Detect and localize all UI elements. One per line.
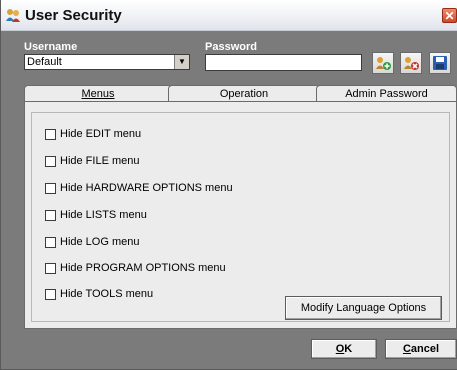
username-combobox[interactable]: Default ▼ bbox=[24, 54, 190, 70]
tab-menus[interactable]: Menus bbox=[24, 85, 172, 102]
option-label: Hide LOG menu bbox=[60, 236, 140, 248]
option-label: Hide PROGRAM OPTIONS menu bbox=[60, 262, 226, 274]
modify-language-options-button[interactable]: Modify Language Options bbox=[285, 296, 442, 320]
cancel-button[interactable]: Cancel bbox=[385, 339, 457, 359]
hide-file-menu-checkbox[interactable] bbox=[45, 156, 56, 167]
option-label: Hide LISTS menu bbox=[60, 209, 147, 221]
chevron-down-icon[interactable]: ▼ bbox=[174, 55, 189, 69]
ok-button[interactable]: OK bbox=[311, 339, 377, 359]
password-field[interactable] bbox=[205, 54, 362, 71]
add-user-button[interactable] bbox=[372, 52, 394, 74]
add-user-icon bbox=[376, 57, 391, 70]
title-bar[interactable]: User Security ✕ bbox=[1, 0, 457, 31]
hide-hardware-options-menu-checkbox[interactable] bbox=[45, 183, 56, 194]
hide-lists-menu-checkbox[interactable] bbox=[45, 210, 56, 221]
tab-strip: Menus Operation Admin Password bbox=[24, 85, 457, 102]
delete-user-icon bbox=[404, 57, 419, 70]
option-label: Hide EDIT menu bbox=[60, 128, 142, 140]
user-security-window: User Security ✕ Username Default ▼ Passw… bbox=[0, 0, 457, 370]
hide-program-options-menu-checkbox[interactable] bbox=[45, 263, 56, 274]
delete-user-button[interactable] bbox=[400, 52, 422, 74]
tab-operation[interactable]: Operation bbox=[168, 85, 320, 102]
hide-tools-menu-checkbox[interactable] bbox=[45, 289, 56, 300]
close-icon: ✕ bbox=[444, 9, 455, 23]
window-title: User Security bbox=[25, 7, 122, 24]
hide-edit-menu-checkbox[interactable] bbox=[45, 129, 56, 140]
save-button[interactable] bbox=[429, 52, 451, 74]
username-value: Default bbox=[27, 56, 62, 68]
option-label: Hide TOOLS menu bbox=[60, 288, 154, 300]
hide-log-menu-checkbox[interactable] bbox=[45, 237, 56, 248]
option-label: Hide HARDWARE OPTIONS menu bbox=[60, 182, 233, 194]
close-button[interactable]: ✕ bbox=[442, 8, 457, 23]
users-icon bbox=[6, 9, 20, 22]
password-label: Password bbox=[205, 41, 257, 53]
tab-admin-password[interactable]: Admin Password bbox=[316, 85, 457, 102]
save-icon bbox=[433, 56, 447, 70]
username-label: Username bbox=[24, 41, 78, 53]
option-label: Hide FILE menu bbox=[60, 155, 140, 167]
